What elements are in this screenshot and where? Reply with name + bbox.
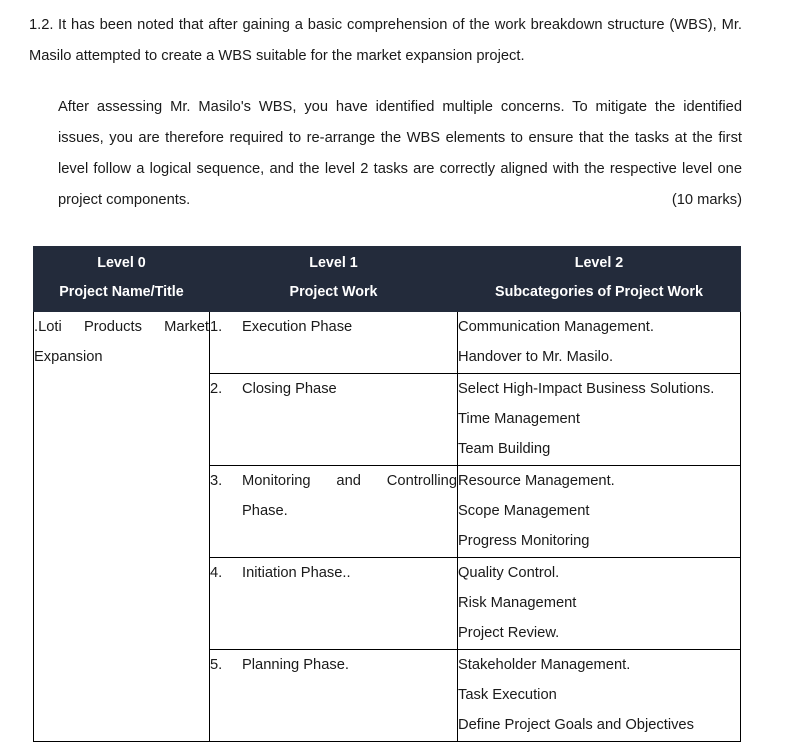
task-number-4: 4. xyxy=(210,565,223,581)
header-level-1-description: Project Work xyxy=(289,284,378,300)
subcategory-item: Task Execution xyxy=(458,687,557,703)
task-number-5: 5. xyxy=(210,657,223,673)
subcategory-item: Project Review. xyxy=(458,625,560,641)
subcategory-item: Quality Control. xyxy=(458,565,560,581)
subcategory-item: Time Management xyxy=(458,411,580,427)
subcategory-item: Progress Monitoring xyxy=(458,533,590,549)
question-number: 1.2. xyxy=(29,17,54,33)
header-level-1: Level 1 Project Work xyxy=(209,246,458,312)
subcategory-item: Team Building xyxy=(458,441,551,457)
question-paragraph-2: After assessing Mr. Masilo's WBS, you ha… xyxy=(58,99,742,208)
task-number-1: 1. xyxy=(210,319,223,335)
subcategories-cell-5: Stakeholder Management. Task Execution D… xyxy=(457,649,741,742)
task-cell-1: 1. Execution Phase xyxy=(209,311,458,374)
subcategory-item: Resource Management. xyxy=(458,473,615,489)
task-text-2: Closing Phase xyxy=(242,381,337,397)
header-level-2-level: Level 2 xyxy=(574,255,624,271)
project-name-text: .Loti Products Market Expansion xyxy=(34,319,209,365)
subcategories-cell-2: Select High-Impact Business Solutions. T… xyxy=(457,373,741,466)
task-cell-2: 2. Closing Phase xyxy=(209,373,458,466)
subcategory-item: Risk Management xyxy=(458,595,577,611)
header-level-0-description: Project Name/Title xyxy=(59,284,184,300)
question-marks: (10 marks) xyxy=(671,192,742,208)
question-paragraph-1: 1.2. It has been noted that after gaining… xyxy=(29,10,742,72)
header-level-2: Level 2 Subcategories of Project Work xyxy=(457,246,741,312)
task-number-3: 3. xyxy=(210,473,223,489)
header-level-0-level: Level 0 xyxy=(97,255,146,271)
task-cell-5: 5. Planning Phase. xyxy=(209,649,458,742)
subcategory-item: Select High-Impact Business Solutions. xyxy=(458,381,715,397)
task-number-2: 2. xyxy=(210,381,223,397)
header-level-1-level: Level 1 xyxy=(309,255,358,271)
subcategory-item: Scope Management xyxy=(458,503,590,519)
task-text-3: Monitoring and Controlling Phase. xyxy=(242,473,457,519)
project-name-cell: .Loti Products Market Expansion xyxy=(33,311,210,742)
task-cell-3: 3. Monitoring and Controlling Phase. xyxy=(209,465,458,558)
subcategories-cell-1: Communication Management. Handover to Mr… xyxy=(457,311,741,374)
wbs-table-header: Level 0 Project Name/Title Level 1 Proje… xyxy=(33,246,741,312)
subcategories-cell-4: Quality Control. Risk Management Project… xyxy=(457,557,741,650)
wbs-table: Level 0 Project Name/Title Level 1 Proje… xyxy=(33,246,741,742)
header-level-2-description: Subcategories of Project Work xyxy=(495,284,703,300)
subcategories-cell-3: Resource Management. Scope Management Pr… xyxy=(457,465,741,558)
header-row: Level 0 Project Name/Title Level 1 Proje… xyxy=(33,246,741,312)
subcategory-item: Communication Management. xyxy=(458,319,654,335)
subcategory-item: Stakeholder Management. xyxy=(458,657,631,673)
wbs-table-body: .Loti Products Market Expansion 1. Execu… xyxy=(33,311,741,742)
subcategory-item: Define Project Goals and Objectives xyxy=(458,717,694,733)
header-level-0: Level 0 Project Name/Title xyxy=(33,246,210,312)
task-text-1: Execution Phase xyxy=(242,319,353,335)
question-paragraph-1-text: It has been noted that after gaining a b… xyxy=(29,17,742,64)
table-row: .Loti Products Market Expansion 1. Execu… xyxy=(33,311,741,742)
subcategory-item: Handover to Mr. Masilo. xyxy=(458,349,614,365)
task-text-4: Initiation Phase.. xyxy=(242,565,351,581)
task-text-5: Planning Phase. xyxy=(242,657,349,673)
task-cell-4: 4. Initiation Phase.. xyxy=(209,557,458,650)
